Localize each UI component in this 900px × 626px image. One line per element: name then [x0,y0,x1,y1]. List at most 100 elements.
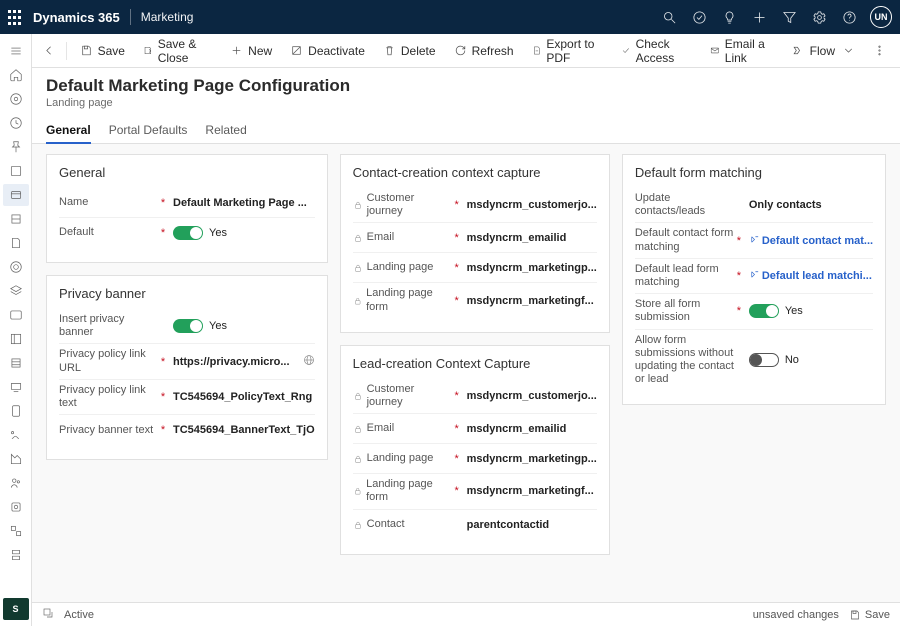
nav-icon-6[interactable] [3,280,29,302]
required-indicator: * [453,199,461,211]
field-cc-journey[interactable]: Customer journey * msdyncrm_customerjo..… [353,188,597,223]
plus-icon[interactable] [750,8,768,26]
toggle-on[interactable] [173,226,203,240]
new-button[interactable]: New [223,37,279,65]
footer-save-button[interactable]: Save [849,609,890,621]
field-privacy-url[interactable]: Privacy policy link URL * https://privac… [59,344,315,379]
nav-icon-4[interactable] [3,232,29,254]
label: Insert privacy banner [59,313,159,339]
field-store-submission[interactable]: Store all form submission * Yes [635,294,873,329]
label: Contact [353,518,453,531]
field-privacy-text[interactable]: Privacy policy link text * TC545694_Poli… [59,380,315,415]
pinned-icon[interactable] [3,136,29,158]
field-banner-text[interactable]: Privacy banner text * TC545694_BannerTex… [59,415,315,445]
divider [130,9,131,25]
gear-nav-icon[interactable] [3,88,29,110]
field-cc-landingpageform[interactable]: Landing page form * msdyncrm_marketingf.… [353,283,597,317]
field-cc-email[interactable]: Email * msdyncrm_emailid [353,223,597,253]
nav-icon-11[interactable] [3,400,29,422]
label: Email [353,231,453,244]
nav-icon-5[interactable] [3,256,29,278]
nav-icon-2-selected[interactable] [3,184,29,206]
required-indicator: * [453,453,461,465]
save-button[interactable]: Save [73,37,132,65]
lookup-link[interactable]: Default lead matchi... [749,269,872,282]
nav-icon-14[interactable] [3,472,29,494]
nav-icon-13[interactable] [3,448,29,470]
delete-button[interactable]: Delete [376,37,443,65]
hamburger-icon[interactable] [3,40,29,62]
refresh-button[interactable]: Refresh [447,37,521,65]
nav-icon-7[interactable] [3,304,29,326]
home-icon[interactable] [3,64,29,86]
value: TC545694_PolicyText_Rng [173,391,312,403]
help-icon[interactable] [840,8,858,26]
value: msdyncrm_marketingp... [467,262,597,274]
email-link-button[interactable]: Email a Link [703,37,781,65]
nav-icon-8[interactable] [3,328,29,350]
flow-button[interactable]: Flow [785,37,862,65]
field-allow-without-update[interactable]: Allow form submissions without updating … [635,330,873,391]
field-cc-landingpage[interactable]: Landing page * msdyncrm_marketingp... [353,253,597,283]
nav-icon-9[interactable] [3,352,29,374]
tab-related[interactable]: Related [205,117,246,143]
required-indicator: * [159,424,167,436]
back-button[interactable] [40,38,60,64]
value: msdyncrm_marketingp... [467,453,597,465]
field-lc-landingpage[interactable]: Landing page * msdyncrm_marketingp... [353,444,597,474]
nav-icon-3[interactable] [3,208,29,230]
settings-icon[interactable] [810,8,828,26]
area-switcher-badge[interactable]: S [3,598,29,620]
toggle-on[interactable] [173,319,203,333]
tab-general[interactable]: General [46,117,91,143]
globe-icon[interactable] [303,354,315,369]
user-avatar[interactable]: UN [870,6,892,28]
card-lead-capture: Lead-creation Context Capture Customer j… [340,345,610,555]
task-checker-icon[interactable] [690,8,708,26]
nav-icon-15[interactable] [3,496,29,518]
value: msdyncrm_emailid [467,423,567,435]
search-icon[interactable] [660,8,678,26]
value: msdyncrm_customerjo... [467,390,597,402]
tab-portal-defaults[interactable]: Portal Defaults [109,117,188,143]
lookup-link[interactable]: Default contact mat... [749,234,873,247]
field-default[interactable]: Default * Yes [59,218,315,248]
field-update-contacts[interactable]: Update contacts/leads Only contacts [635,188,873,223]
required-indicator: * [453,390,461,402]
lightbulb-icon[interactable] [720,8,738,26]
required-indicator: * [735,270,743,282]
app-launcher-icon[interactable] [8,10,23,25]
field-lc-landingpageform[interactable]: Landing page form * msdyncrm_marketingf.… [353,474,597,509]
suite-bar: Dynamics 365 Marketing UN [0,0,900,34]
field-insert-banner[interactable]: Insert privacy banner Yes [59,309,315,344]
nav-icon-16[interactable] [3,520,29,542]
field-lead-matching[interactable]: Default lead form matching * Default lea… [635,259,873,294]
save-close-button[interactable]: Save & Close [136,37,219,65]
field-lc-journey[interactable]: Customer journey * msdyncrm_customerjo..… [353,379,597,414]
deactivate-button[interactable]: Deactivate [283,37,372,65]
recent-icon[interactable] [3,112,29,134]
popout-icon[interactable] [42,607,54,622]
field-lc-contact[interactable]: Contact parentcontactid [353,510,597,540]
card-title: Privacy banner [59,286,315,301]
overflow-menu-button[interactable] [866,38,892,64]
card-title: General [59,165,315,180]
nav-icon-10[interactable] [3,376,29,398]
toggle-off[interactable] [749,353,779,367]
field-contact-matching[interactable]: Default contact form matching * Default … [635,223,873,258]
export-pdf-button[interactable]: Export to PDF [525,37,610,65]
page-header: Default Marketing Page Configuration Lan… [32,68,900,113]
nav-icon-17[interactable] [3,544,29,566]
lock-icon [353,486,362,496]
value: No [785,354,799,366]
label: Landing page [353,452,453,465]
check-access-button[interactable]: Check Access [614,37,699,65]
filter-icon[interactable] [780,8,798,26]
field-lc-email[interactable]: Email * msdyncrm_emailid [353,414,597,444]
nav-icon-12[interactable] [3,424,29,446]
label: Customer journey [353,383,453,409]
field-name[interactable]: Name * Default Marketing Page ... [59,188,315,218]
record-state: Active [64,609,94,621]
toggle-on[interactable] [749,304,779,318]
nav-icon-1[interactable] [3,160,29,182]
